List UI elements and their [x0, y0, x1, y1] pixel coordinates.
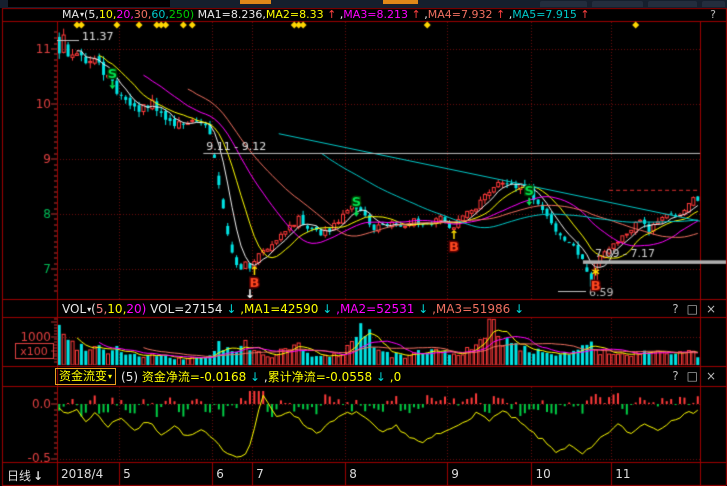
period-label: 日线 [7, 469, 31, 483]
maximize-icon[interactable]: □ [687, 302, 698, 316]
header-segment: ↑ [408, 8, 421, 21]
ma-indicator-header: MA▾ (5,10,20,30,60,250) MA1=8.236,MA2=8.… [3, 8, 724, 21]
header-segment: ↓ [223, 302, 237, 316]
header-segment: ↓ [372, 370, 386, 384]
stock-chart-window: MA▾ (5,10,20,30,60,250) MA1=8.236,MA2=8.… [0, 0, 727, 486]
header-segment: ,MA1=42590 [236, 302, 318, 316]
header-segment: ↑ [324, 8, 337, 21]
background-window-strip [0, 0, 727, 8]
header-segment: MA4=7.932 [428, 8, 493, 21]
header-segment: (5) [121, 370, 142, 384]
fund-flow-indicator-header: 资金流变▾ (5) 资金净流=-0.0168 ↓ ,累计净流=-0.0558 ↓… [3, 367, 724, 385]
fund-values-text: (5) 资金净流=-0.0168 ↓ ,累计净流=-0.0558 ↓ ,0 [121, 368, 401, 385]
header-segment: 5, [88, 8, 99, 21]
header-segment: MA3=8.213 [343, 8, 408, 21]
vol-values-text: (5,10,20) VOL=27154 ↓ ,MA1=42590 ↓ ,MA2=… [91, 302, 524, 316]
x-axis-month-label: 7 [256, 467, 264, 481]
help-icon[interactable]: ? [672, 369, 678, 383]
close-icon[interactable]: × [706, 302, 716, 316]
date-axis-bar: 日线↓ 2018/4 5 6 7 8 9 10 11 [0, 464, 727, 485]
background-tab[interactable] [592, 1, 643, 7]
fund-flow-indicator-button[interactable]: 资金流变▾ [55, 368, 116, 385]
header-segment: 60, [151, 8, 169, 21]
help-icon[interactable]: ? [710, 8, 724, 21]
header-segment: 10, [107, 302, 126, 316]
maximize-icon[interactable]: □ [687, 369, 698, 383]
header-segment: 20, [116, 8, 134, 21]
dropdown-arrow-icon: ▾ [108, 372, 112, 381]
header-segment: ↓ [414, 302, 428, 316]
volume-indicator-header: VOL▾ (5,10,20) VOL=27154 ↓ ,MA1=42590 ↓ … [3, 301, 724, 316]
period-down-arrow-icon: ↓ [33, 469, 43, 483]
background-tab[interactable] [702, 1, 725, 7]
x-axis-month-label: 8 [349, 467, 357, 481]
header-segment: 资金净流=-0.0168 [142, 370, 246, 384]
header-segment: 10, [99, 8, 117, 21]
header-segment: , [421, 8, 428, 21]
header-segment: ,MA2=52531 [332, 302, 414, 316]
header-segment: 30, [134, 8, 152, 21]
x-axis-month-label: 2018/4 [61, 467, 103, 481]
help-icon[interactable]: ? [672, 302, 678, 316]
header-segment: VOL=27154 [146, 302, 222, 316]
x-axis-month-label: 11 [615, 467, 630, 481]
vol-dropdown-button[interactable]: VOL▾ [62, 302, 91, 316]
period-selector[interactable]: 日线↓ [7, 467, 43, 484]
close-icon[interactable]: × [706, 369, 716, 383]
header-segment: 250) [169, 8, 194, 21]
header-segment: 累计净流=-0.0558 [268, 370, 372, 384]
background-tab[interactable] [540, 1, 587, 7]
header-segment: MA1=8.236, [194, 8, 266, 21]
header-segment: ↓ [318, 302, 332, 316]
header-segment: 20) [126, 302, 146, 316]
header-segment: ,0 [386, 370, 401, 384]
chart-canvas[interactable] [0, 0, 727, 486]
titlebar-highlight [240, 0, 271, 4]
ma-dropdown-button[interactable]: MA▾ [62, 8, 84, 21]
indicator-name: 资金流变 [59, 369, 107, 383]
indicator-name: MA [62, 8, 79, 21]
header-segment: MA2=8.33 [266, 8, 324, 21]
header-segment: ↑ [492, 8, 505, 21]
ma-values-text: (5,10,20,30,60,250) MA1=8.236,MA2=8.33 ↑… [84, 8, 590, 21]
titlebar-highlight [383, 0, 418, 4]
indicator-name: VOL [62, 302, 86, 316]
header-segment: 5, [96, 302, 107, 316]
background-titlebar-field [8, 0, 170, 7]
header-segment: ↓ [510, 302, 524, 316]
header-segment: MA5=7.915 [512, 8, 577, 21]
header-segment: , [260, 370, 268, 384]
x-axis-month-label: 9 [451, 467, 459, 481]
x-axis-month-label: 6 [216, 467, 224, 481]
background-tab[interactable] [648, 1, 697, 7]
x-axis-month-label: 5 [123, 467, 131, 481]
x-axis-month-label: 10 [535, 467, 550, 481]
header-segment: ,MA3=51986 [428, 302, 510, 316]
header-segment: ↓ [246, 370, 260, 384]
header-segment: ↑ [577, 8, 590, 21]
